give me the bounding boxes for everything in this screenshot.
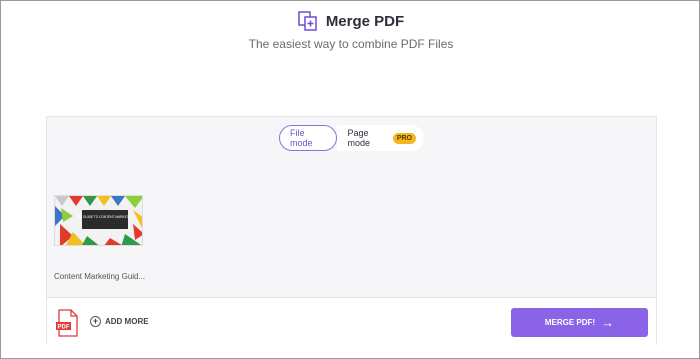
page-title: Merge PDF: [325, 12, 405, 30]
pdf-file-icon: PDF: [56, 309, 78, 337]
header: Merge PDF The easiest way to combine PDF…: [1, 11, 700, 51]
merge-pdf-button[interactable]: MERGE PDF! →: [511, 308, 648, 337]
file-card[interactable]: THE GUIDE TO CONTENT MARKETING Content M…: [54, 195, 146, 281]
file-name: Content Marketing Guid...: [54, 272, 146, 281]
file-thumbnail: THE GUIDE TO CONTENT MARKETING: [54, 195, 143, 246]
thumbnail-title: THE GUIDE TO CONTENT MARKETING: [76, 215, 135, 219]
add-more-label: ADD MORE: [105, 317, 149, 326]
mode-toggle: File mode Page mode PRO: [279, 125, 424, 151]
page-subtitle: The easiest way to combine PDF Files: [248, 37, 454, 51]
pdf-icon-label: PDF: [58, 324, 70, 330]
file-mode-button[interactable]: File mode: [279, 125, 338, 151]
title-row: Merge PDF: [298, 11, 404, 31]
arrow-right-icon: →: [601, 315, 615, 330]
add-more-button[interactable]: + ADD MORE: [90, 316, 149, 327]
pro-badge: PRO: [392, 132, 416, 144]
merge-pages-icon: [298, 11, 318, 31]
merge-panel: File mode Page mode PRO THE GUIDE TO CON…: [46, 116, 657, 345]
footer-bar: PDF + ADD MORE MERGE PDF! →: [47, 297, 656, 345]
plus-circle-icon: +: [90, 316, 101, 327]
page-mode-label: Page mode: [347, 128, 370, 148]
merge-button-label: MERGE PDF!: [544, 318, 596, 327]
page-mode-button[interactable]: Page mode PRO: [337, 125, 424, 151]
